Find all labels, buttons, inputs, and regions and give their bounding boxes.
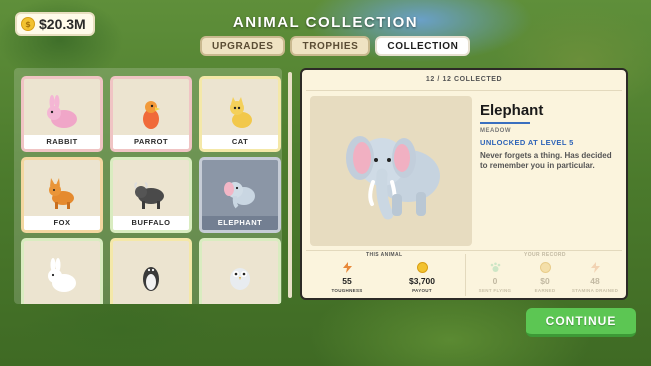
animal-card-owl[interactable] [199,238,281,304]
tab-trophies[interactable]: TROPHIES [290,36,371,56]
coin-icon [397,262,447,273]
animal-card-parrot[interactable]: PARROT [110,76,192,152]
grid-scrollbar[interactable] [288,72,292,298]
animal-card-label: ELEPHANT [202,216,278,230]
divider [306,250,622,251]
stat-payout: $3,700 PAYOUT [397,262,447,293]
animal-card-label: FOX [24,216,100,230]
lightning-icon [322,262,372,273]
animal-grid: RABBIT PARROT CAT FOX BUFFALO ELEPHANT [21,76,281,304]
animal-card-bunny[interactable] [21,238,103,304]
animal-card-fox[interactable]: FOX [21,157,103,233]
page-title: ANIMAL COLLECTION [232,14,419,31]
animal-grid-panel: RABBIT PARROT CAT FOX BUFFALO ELEPHANT [14,68,282,304]
divider [465,254,466,296]
animal-card-label: RABBIT [24,135,100,149]
record-value: 0 [492,276,498,286]
record-caption: SENT FLYING [478,288,512,293]
record-caption: EARNED [534,288,556,293]
divider [306,90,622,91]
stat-caption: TOUGHNESS [331,288,363,293]
animal-card-penguin[interactable] [110,238,192,304]
record-value: $0 [540,276,550,286]
animal-detail-panel: 12 / 12 COLLECTED Elephant MEADOW UNLOCK… [300,68,628,300]
animal-card-label: PARROT [113,135,189,149]
animal-habitat: MEADOW [480,128,511,134]
unlock-level: UNLOCKED AT LEVEL 5 [480,138,574,147]
collected-count: 12 / 12 COLLECTED [425,76,503,83]
animal-card-label: CAT [202,135,278,149]
animal-name: Elephant [480,102,544,119]
animal-card-label: BUFFALO [113,216,189,230]
stat-value: $3,700 [409,276,435,286]
record-caption: STAMINA DRAINED [571,288,619,293]
name-underline [480,122,530,124]
tab-bar: UPGRADES TROPHIES COLLECTION [200,36,471,56]
animal-card-buffalo[interactable]: BUFFALO [110,157,192,233]
animal-description: Never forgets a thing. Has decided to re… [480,151,612,170]
elephant-icon [224,182,255,209]
owl-icon [230,268,250,290]
record-earned: $0 EARNED [520,262,570,293]
record-stamina-drained: 48 STAMINA DRAINED [570,262,620,293]
stat-caption: PAYOUT [412,288,432,293]
parrot-icon [143,101,160,129]
record-sent-flying: 0 SENT FLYING [470,262,520,293]
record-value: 48 [590,276,600,286]
penguin-icon [143,267,159,291]
rabbit-icon [47,95,77,128]
animal-card-elephant[interactable]: ELEPHANT [199,157,281,233]
tab-collection[interactable]: COLLECTION [375,36,471,56]
animal-card-rabbit[interactable]: RABBIT [21,76,103,152]
cat-icon [230,97,252,128]
continue-button[interactable]: CONTINUE [526,308,636,337]
stat-toughness: 55 TOUGHNESS [322,262,372,293]
elephant-icon [346,136,440,220]
paw-icon [470,262,520,273]
buffalo-icon [134,182,164,209]
lightning-icon [570,262,620,273]
coin-icon [520,262,570,273]
animal-portrait [310,96,472,246]
your-record-label: YOUR RECORD [524,252,566,258]
white-rabbit-icon [48,258,76,292]
this-animal-label: THIS ANIMAL [366,252,403,258]
stat-value: 55 [342,276,352,286]
fox-icon [49,178,74,209]
tab-upgrades[interactable]: UPGRADES [200,36,286,56]
animal-card-cat[interactable]: CAT [199,76,281,152]
